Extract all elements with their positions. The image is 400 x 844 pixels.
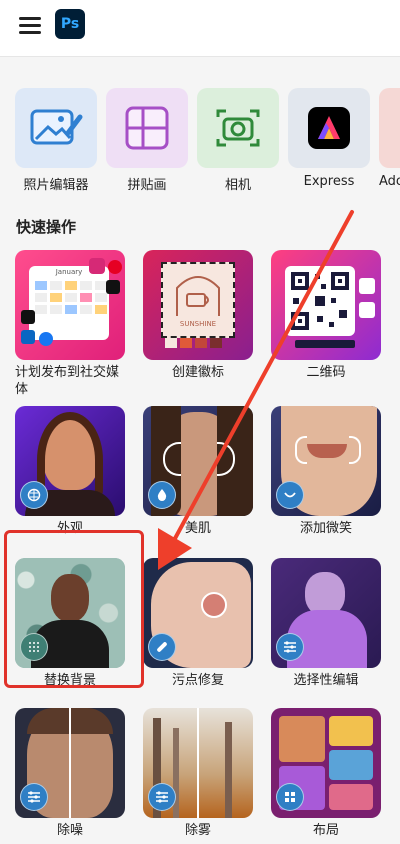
qr-code-graphic [285,266,355,336]
tool-selective-edit[interactable]: 选择性编辑 [271,558,381,689]
app-label: 相机 [224,178,251,193]
app-label: Ado [379,174,400,189]
app-collage[interactable]: 拼贴画 [106,88,188,193]
photoshop-logo[interactable]: Ps [55,9,85,39]
tool-thumbnail [271,406,381,516]
layout-photo [329,784,373,810]
x-icon [106,280,120,294]
tool-layout[interactable]: 布局 [271,708,381,839]
apps-row: 照片编辑器 拼贴画 相机 Express Ado [15,88,400,198]
tool-create-logo[interactable]: SUNSHINE 创建徽标 [143,250,253,381]
logo-text: SUNSHINE [179,320,217,328]
qr-mini-icon [359,302,375,318]
tool-thumbnail [271,708,381,818]
tool-thumbnail [143,708,253,818]
selection-bracket [295,436,307,464]
app-photo-editor[interactable]: 照片编辑器 [15,88,97,193]
tool-thumbnail [15,406,125,516]
tool-thumbnail [271,558,381,668]
tool-thumbnail: January [15,250,125,360]
tool-label: 污点修复 [171,673,224,688]
section-title: 快速操作 [16,218,77,236]
tool-appearance[interactable]: 外观 [15,406,125,537]
sliders-badge-icon [20,783,48,811]
tool-add-smile[interactable]: 添加微笑 [271,406,381,537]
menu-icon[interactable] [19,16,41,34]
appearance-badge-icon [20,481,48,509]
tool-schedule-social[interactable]: January 计划发布到社交媒体 [15,250,125,398]
tool-label: 除雾 [184,823,211,838]
instagram-icon [89,258,105,274]
tiktok-icon [21,310,35,324]
top-bar: Ps [0,0,400,57]
texture-badge-icon [20,633,48,661]
tool-label: 替换背景 [43,673,96,688]
tool-dehaze[interactable]: 除雾 [143,708,253,839]
tool-label: 除噪 [56,823,83,838]
layout-photo [329,750,373,780]
tree-trunk [225,722,232,818]
tool-thumbnail: SUNSHINE [143,250,253,360]
tool-label: 二维码 [306,365,346,380]
facebook-icon [39,332,53,346]
tool-thumbnail [15,558,125,668]
layout-badge-icon [276,783,304,811]
smile-badge-icon [276,481,304,509]
photo-editor-icon [15,88,97,168]
tool-label: 添加微笑 [299,521,352,536]
tool-thumbnail [15,708,125,818]
tool-qr-code[interactable]: 二维码 [271,250,381,381]
app-label: 照片编辑器 [23,178,89,193]
tool-thumbnail [143,558,253,668]
sliders-badge-icon [276,633,304,661]
qr-bar [295,340,355,348]
qr-mini-icon [359,278,375,294]
portrait-face [51,574,89,622]
collage-icon [106,88,188,168]
color-swatches [165,338,222,348]
sliders-badge-icon [148,783,176,811]
layout-photo [279,716,325,762]
droplet-badge-icon [148,481,176,509]
tool-label: 布局 [312,823,339,838]
tool-skin-smoothing[interactable]: 美肌 [143,406,253,537]
app-label: Express [303,174,355,189]
layout-photo [329,716,373,746]
adobe-express-icon [288,88,370,168]
tool-label: 美肌 [184,521,211,536]
app-camera[interactable]: 相机 [197,88,279,193]
tool-label: 创建徽标 [171,365,224,380]
compare-divider [69,708,71,818]
blemish-target [201,592,227,618]
app-express[interactable]: Express [288,88,370,189]
bandage-badge-icon [148,633,176,661]
tool-thumbnail [271,250,381,360]
tool-replace-background[interactable]: 替换背景 [15,558,125,689]
logo-graphic: SUNSHINE [161,262,235,338]
compare-divider [197,708,199,818]
app-adobe[interactable]: Ado [379,88,400,189]
tree-trunk [173,728,179,818]
tool-label: 外观 [56,521,83,536]
tool-denoise[interactable]: 除噪 [15,708,125,839]
calendar-graphic: January [29,266,109,340]
tool-thumbnail [143,406,253,516]
app-label: 拼贴画 [127,178,167,193]
tool-label: 选择性编辑 [293,673,359,688]
tool-spot-healing[interactable]: 污点修复 [143,558,253,689]
adobe-app-icon [379,88,400,168]
linkedin-icon [21,330,35,344]
pinterest-icon [108,260,122,274]
camera-icon [197,88,279,168]
tool-label: 计划发布到社交媒体 [15,365,120,397]
